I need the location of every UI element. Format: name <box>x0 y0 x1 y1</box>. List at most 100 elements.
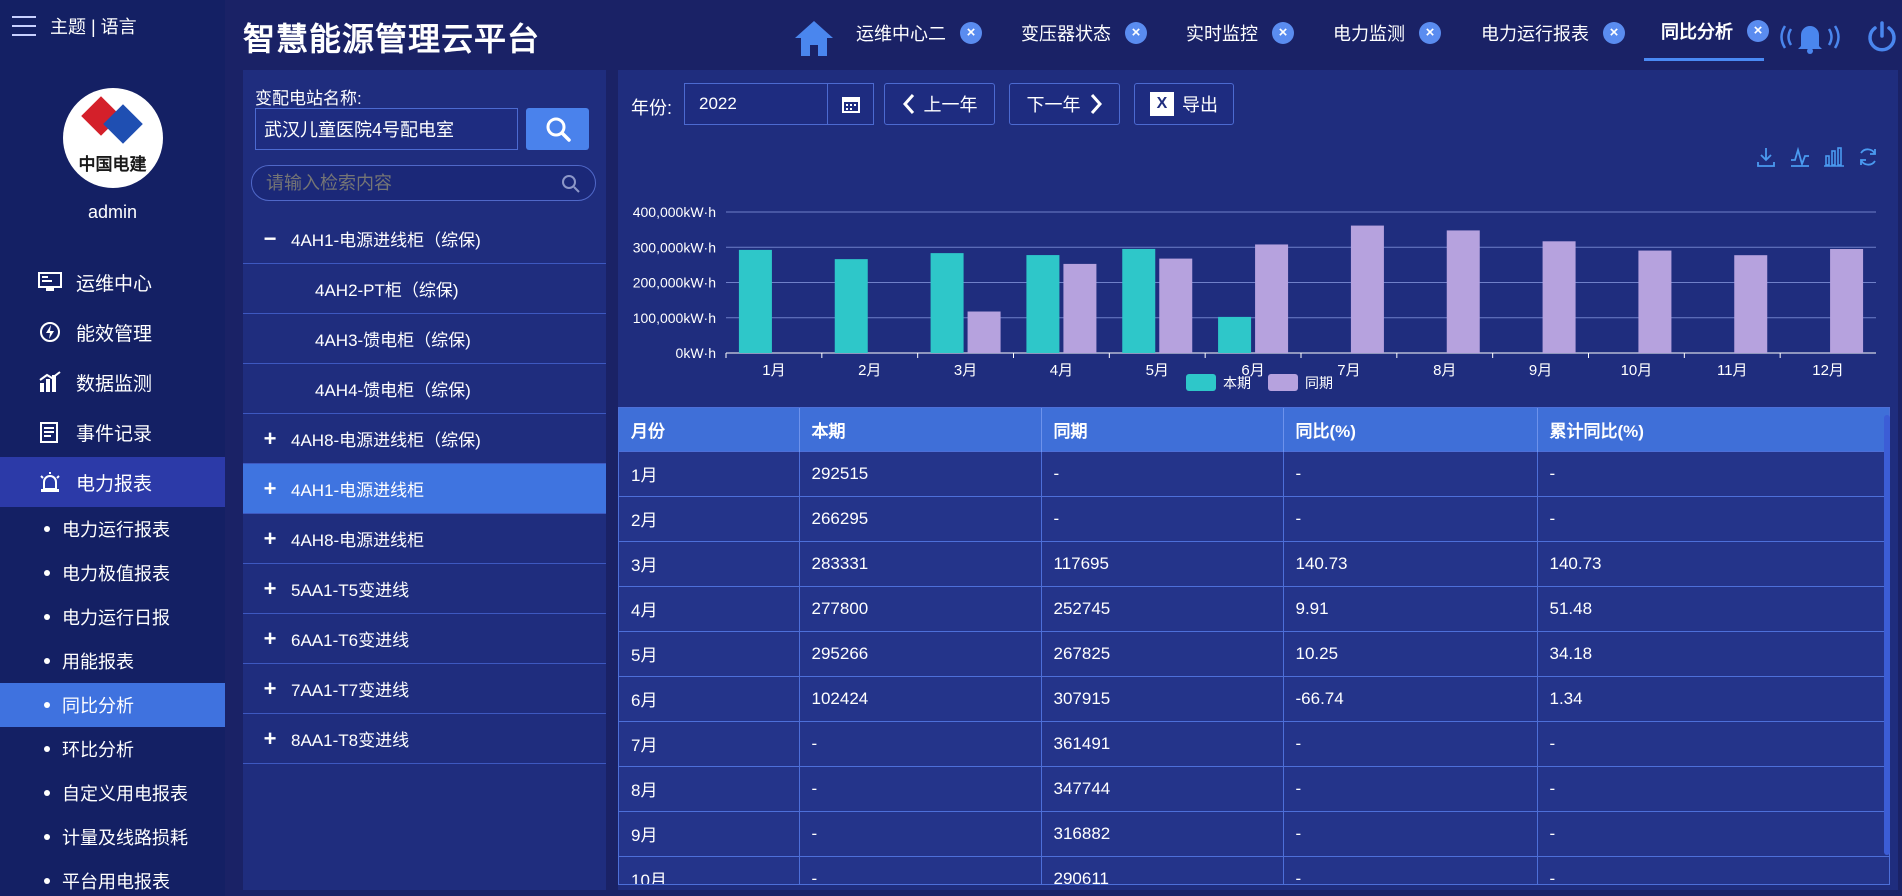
tab-yoy-analysis[interactable]: 同比分析 × <box>1661 18 1769 44</box>
expand-icon[interactable]: + <box>261 476 279 502</box>
nav-item-event-log[interactable]: 事件记录 <box>0 407 225 457</box>
export-button[interactable]: X 导出 <box>1134 83 1234 125</box>
expand-icon[interactable]: + <box>261 426 279 452</box>
expand-icon[interactable]: + <box>261 726 279 752</box>
table-scrollbar[interactable] <box>1884 415 1890 855</box>
tree-node[interactable]: 4AH2-PT柜（综保) <box>243 264 606 314</box>
app-title: 智慧能源管理云平台 <box>243 21 541 57</box>
tree-node[interactable]: +6AA1-T6变进线 <box>243 614 606 664</box>
station-search-button[interactable] <box>526 108 589 150</box>
year-picker[interactable]: 2022 <box>684 83 874 125</box>
table-cell: - <box>799 855 1042 884</box>
sub-item-power-run-report[interactable]: 电力运行报表 <box>0 507 225 551</box>
year-value: 2022 <box>699 94 737 113</box>
sub-item-energy-report[interactable]: 用能报表 <box>0 639 225 683</box>
tree-node[interactable]: +7AA1-T7变进线 <box>243 664 606 714</box>
next-year-button[interactable]: 下一年 <box>1009 83 1120 125</box>
table-cell: 140.73 <box>1283 540 1538 586</box>
table-cell: 361491 <box>1041 720 1284 766</box>
sub-item-label: 平台用电报表 <box>62 872 170 892</box>
sidebar: 主题 | 语言 中国电建 admin 运维中心 能效管理 数据监测 事件记录 电… <box>0 0 225 896</box>
col-current: 本期 <box>799 408 1042 451</box>
station-label: 变配电站名称: <box>255 89 362 108</box>
table-cell: 295266 <box>799 630 1042 676</box>
sidebar-top: 主题 | 语言 <box>0 0 225 52</box>
tab-transformer-status[interactable]: 变压器状态 × <box>1021 20 1147 46</box>
close-icon[interactable]: × <box>1125 22 1147 44</box>
close-icon[interactable]: × <box>1603 22 1625 44</box>
expand-icon[interactable]: + <box>261 626 279 652</box>
tree-node-selected[interactable]: +4AH1-电源进线柜 <box>243 464 606 514</box>
col-yoy: 同比(%) <box>1283 408 1538 451</box>
sub-item-metering-loss[interactable]: 计量及线路损耗 <box>0 815 225 859</box>
table-cell: - <box>1283 855 1538 884</box>
nav-label: 运维中心 <box>76 273 153 295</box>
sub-item-custom-report[interactable]: 自定义用电报表 <box>0 771 225 815</box>
table-cell: - <box>1537 765 1889 811</box>
tab-power-monitor[interactable]: 电力监测 × <box>1333 20 1441 46</box>
legend-swatch <box>1186 374 1216 391</box>
nav-item-energy-management[interactable]: 能效管理 <box>0 307 225 357</box>
prev-year-label: 上一年 <box>923 95 978 115</box>
table-cell: - <box>1283 720 1538 766</box>
expand-icon[interactable]: + <box>261 676 279 702</box>
main-nav: 运维中心 能效管理 数据监测 事件记录 电力报表 电力运行报表 电力极值报表 电… <box>0 257 225 896</box>
x-tick-label: 2月 <box>858 362 881 379</box>
sub-item-power-daily-report[interactable]: 电力运行日报 <box>0 595 225 639</box>
bar-current <box>738 249 772 353</box>
search-icon[interactable] <box>561 174 581 194</box>
bell-icon[interactable] <box>1775 20 1845 54</box>
sub-item-platform-report[interactable]: 平台用电报表 <box>0 859 225 896</box>
bar-last-year <box>1159 258 1193 353</box>
tree-node[interactable]: 4AH3-馈电柜（综保) <box>243 314 606 364</box>
home-icon[interactable] <box>793 18 835 58</box>
close-icon[interactable]: × <box>1747 20 1769 42</box>
col-cumulative-yoy: 累计同比(%) <box>1537 408 1889 451</box>
calendar-icon[interactable] <box>827 84 873 124</box>
close-icon[interactable]: × <box>1419 22 1441 44</box>
table-cell: 307915 <box>1041 675 1284 721</box>
tree-node-label: 4AH4-馈电柜（综保) <box>315 381 471 400</box>
close-icon[interactable]: × <box>1272 22 1294 44</box>
prev-year-button[interactable]: 上一年 <box>884 83 995 125</box>
nav-item-ops-center[interactable]: 运维中心 <box>0 257 225 307</box>
bar-last-year <box>1830 249 1864 353</box>
power-icon[interactable] <box>1865 20 1899 54</box>
x-tick-label: 7月 <box>1337 362 1360 379</box>
table-cell: 140.73 <box>1537 540 1889 586</box>
nav-item-power-report[interactable]: 电力报表 <box>0 457 225 507</box>
sub-item-power-extreme-report[interactable]: 电力极值报表 <box>0 551 225 595</box>
tree-node[interactable]: +4AH8-电源进线柜 <box>243 514 606 564</box>
sub-item-yoy-analysis[interactable]: 同比分析 <box>0 683 225 727</box>
tree-search-input[interactable] <box>251 165 596 201</box>
tree-node[interactable]: +5AA1-T5变进线 <box>243 564 606 614</box>
nav-label: 数据监测 <box>76 373 153 395</box>
menu-icon[interactable] <box>12 16 36 36</box>
tab-label: 实时监控 <box>1186 24 1258 44</box>
tab-power-run-report[interactable]: 电力运行报表 × <box>1481 20 1625 46</box>
expand-icon[interactable]: + <box>261 526 279 552</box>
tab-ops-center-2[interactable]: 运维中心二 × <box>856 20 982 46</box>
tree-node[interactable]: +8AA1-T8变进线 <box>243 714 606 764</box>
table-row: 5月 295266 267825 10.25 34.18 <box>619 630 1889 676</box>
theme-language-switch[interactable]: 主题 | 语言 <box>50 13 137 39</box>
station-name-field[interactable]: 武汉儿童医院4号配电室 <box>255 108 518 150</box>
tab-label: 运维中心二 <box>856 24 946 44</box>
bar-last-year <box>1638 250 1672 353</box>
collapse-icon[interactable]: − <box>261 226 279 252</box>
tree-node[interactable]: +4AH8-电源进线柜（综保) <box>243 414 606 464</box>
table-cell: 5月 <box>619 630 800 676</box>
bar-last-year <box>1734 255 1768 353</box>
expand-icon[interactable]: + <box>261 576 279 602</box>
tab-realtime-monitor[interactable]: 实时监控 × <box>1186 20 1294 46</box>
close-icon[interactable]: × <box>960 22 982 44</box>
table-cell: 267825 <box>1041 630 1284 676</box>
legend-label: 本期 <box>1223 375 1251 391</box>
nav-item-data-monitoring[interactable]: 数据监测 <box>0 357 225 407</box>
tree-node[interactable]: 4AH4-馈电柜（综保) <box>243 364 606 414</box>
sub-item-mom-analysis[interactable]: 环比分析 <box>0 727 225 771</box>
sub-item-label: 同比分析 <box>62 696 134 716</box>
tree-node[interactable]: −4AH1-电源进线柜（综保) <box>243 214 606 264</box>
x-tick-label: 9月 <box>1529 362 1552 379</box>
station-panel: 变配电站名称: 武汉儿童医院4号配电室 −4AH1-电源进线柜（综保) 4AH2… <box>243 70 606 890</box>
